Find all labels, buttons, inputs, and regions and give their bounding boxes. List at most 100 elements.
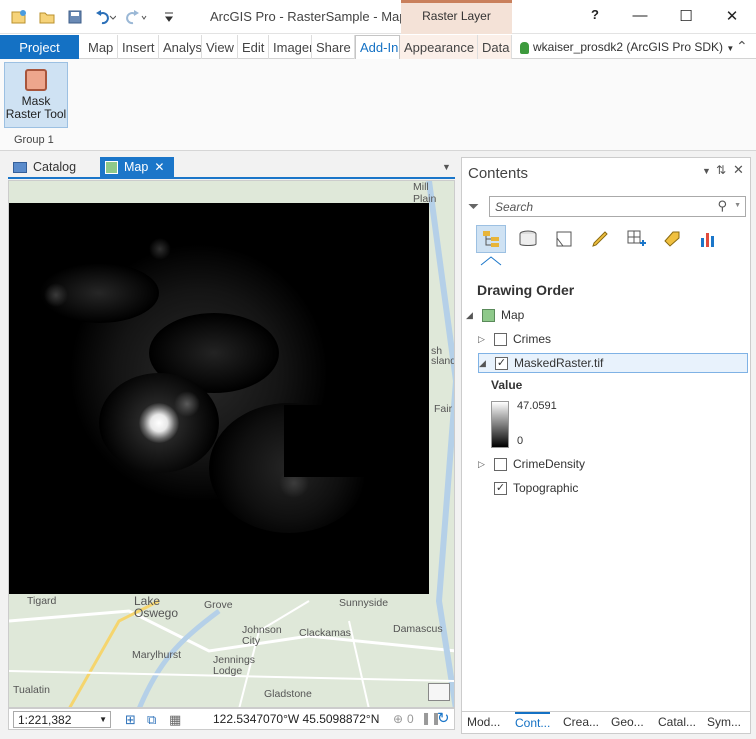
pane-menu-icon[interactable]: ▼ bbox=[702, 166, 711, 176]
filter-icon[interactable]: ⏷ bbox=[468, 198, 479, 215]
tab-edit[interactable]: Edit bbox=[238, 35, 269, 59]
tab-create[interactable]: Crea... bbox=[563, 715, 599, 729]
tab-modify[interactable]: Mod... bbox=[467, 715, 500, 729]
collapse-icon[interactable]: ◢ bbox=[479, 358, 489, 369]
map-label: Tualatin bbox=[13, 684, 50, 696]
bottom-pane-tabs: Mod... Cont... Crea... Geo... Catal... S… bbox=[462, 711, 750, 733]
tab-map[interactable]: Map bbox=[84, 35, 118, 59]
tab-insert[interactable]: Insert bbox=[118, 35, 159, 59]
maximize-button[interactable]: ☐ bbox=[674, 7, 698, 25]
chevron-down-icon[interactable]: ▼ bbox=[734, 202, 741, 209]
map-label: Gladstone bbox=[264, 688, 312, 700]
tab-appearance[interactable]: Appearance bbox=[400, 35, 478, 59]
layer-maskedraster[interactable]: ◢ ✓ MaskedRaster.tif bbox=[478, 353, 748, 373]
list-by-labeling-icon[interactable] bbox=[657, 225, 687, 253]
map-label: Fair bbox=[434, 403, 453, 415]
selection-count-icon[interactable]: ⊕ bbox=[393, 712, 403, 726]
tab-view[interactable]: View bbox=[202, 35, 238, 59]
grid-icon[interactable]: ▦ bbox=[169, 712, 181, 728]
list-by-data-source-icon[interactable] bbox=[513, 225, 543, 253]
list-by-charts-icon[interactable] bbox=[693, 225, 723, 253]
refresh-icon[interactable]: ↻ bbox=[437, 709, 450, 727]
close-icon[interactable]: ✕ bbox=[733, 162, 744, 178]
pin-icon[interactable]: ⇅ bbox=[716, 163, 726, 177]
mask-raster-tool-button[interactable]: Mask Raster Tool bbox=[4, 62, 68, 128]
map-label: Jennings Lodge bbox=[213, 654, 256, 677]
user-account[interactable]: wkaiser_prosdk2 (ArcGIS Pro SDK) ▼ bbox=[520, 40, 734, 54]
window-title: ArcGIS Pro - RasterSample - Map bbox=[210, 9, 407, 24]
map-item[interactable]: ◢ Map bbox=[466, 305, 524, 325]
layer-topographic[interactable]: ✓ Topographic bbox=[478, 478, 578, 498]
pane-menu-icon[interactable]: ▼ bbox=[442, 162, 451, 172]
tab-add-in[interactable]: Add-In bbox=[355, 35, 400, 59]
list-by-snapping-icon[interactable] bbox=[621, 225, 651, 253]
close-window-button[interactable]: ✕ bbox=[720, 7, 744, 25]
redo-icon[interactable] bbox=[122, 8, 148, 26]
tab-analysis[interactable]: Analysis bbox=[159, 35, 202, 59]
tab-catalog[interactable]: Catalog bbox=[8, 157, 94, 177]
new-project-icon[interactable] bbox=[10, 8, 28, 26]
save-project-icon[interactable] bbox=[66, 8, 84, 26]
active-pane-indicator bbox=[8, 177, 455, 179]
visibility-checkbox[interactable]: ✓ bbox=[494, 481, 507, 495]
map-label: Johnson City bbox=[242, 624, 282, 647]
visibility-checkbox[interactable] bbox=[494, 457, 507, 471]
masked-raster-layer bbox=[9, 203, 429, 594]
map-icon bbox=[105, 160, 118, 174]
user-icon bbox=[520, 41, 529, 54]
grid-snap-icon[interactable]: ⊞ bbox=[125, 712, 136, 728]
tab-project[interactable]: Project bbox=[0, 35, 79, 59]
close-icon[interactable]: ✕ bbox=[154, 160, 164, 174]
list-by-drawing-order-icon[interactable] bbox=[476, 225, 506, 253]
map-label: Marylhurst bbox=[132, 649, 182, 661]
user-name: wkaiser_prosdk2 (ArcGIS Pro SDK) bbox=[533, 40, 724, 54]
minimize-button[interactable]: — bbox=[628, 7, 652, 24]
ribbon-group-label: Group 1 bbox=[14, 134, 54, 146]
layer-crimedensity[interactable]: ▷ CrimeDensity bbox=[478, 454, 585, 474]
map-icon bbox=[482, 308, 495, 322]
visibility-checkbox[interactable] bbox=[494, 332, 507, 346]
help-button[interactable]: ? bbox=[583, 7, 607, 22]
contents-search-input[interactable]: Search ⚲ ▼ bbox=[489, 196, 746, 217]
tab-symbology[interactable]: Sym... bbox=[707, 715, 741, 729]
scale-value: 1:221,382 bbox=[18, 713, 72, 727]
expand-icon[interactable]: ▷ bbox=[478, 459, 488, 470]
chevron-down-icon: ▼ bbox=[99, 715, 107, 724]
status-bar: 1:221,382 ▼ ⊞ ⧉ ▦ 122.5347070°W 45.50988… bbox=[8, 708, 455, 730]
layer-label: Crimes bbox=[513, 332, 551, 346]
search-icon[interactable]: ⚲ bbox=[717, 198, 727, 214]
map-label: Clackamas bbox=[299, 627, 351, 639]
mask-raster-icon bbox=[25, 69, 47, 91]
tab-map-pane[interactable]: Map ✕ bbox=[100, 157, 174, 177]
layer-crimes[interactable]: ▷ Crimes bbox=[478, 329, 551, 349]
tab-data[interactable]: Data bbox=[478, 35, 512, 59]
chevron-down-icon: ▼ bbox=[726, 44, 735, 53]
scale-selector[interactable]: 1:221,382 ▼ bbox=[13, 711, 111, 728]
customize-toolbar-icon[interactable] bbox=[160, 8, 178, 26]
tab-catalog-label: Catalog bbox=[33, 160, 77, 174]
open-project-icon[interactable] bbox=[38, 8, 56, 26]
map-notes-icon[interactable] bbox=[428, 683, 450, 701]
tab-contents[interactable]: Cont... bbox=[515, 712, 551, 730]
list-by-selection-icon[interactable] bbox=[549, 225, 579, 253]
catalog-icon bbox=[13, 161, 27, 173]
active-view-indicator bbox=[480, 256, 502, 266]
collapse-icon[interactable]: ◢ bbox=[466, 310, 476, 321]
tab-share[interactable]: Share bbox=[312, 35, 355, 59]
expand-icon[interactable]: ▷ bbox=[478, 334, 488, 345]
collapse-ribbon-icon[interactable]: ⌃ bbox=[736, 38, 748, 55]
contents-title: Contents bbox=[468, 165, 529, 182]
tool-label-line2: Raster Tool bbox=[5, 107, 67, 121]
visibility-checkbox[interactable]: ✓ bbox=[495, 356, 508, 370]
legend-min: 0 bbox=[517, 435, 524, 447]
tab-catalog-bottom[interactable]: Catal... bbox=[658, 715, 696, 729]
tab-geoprocessing[interactable]: Geo... bbox=[611, 715, 644, 729]
map-view[interactable]: Mill Plain sh sland Fair Tigard Lake Osw… bbox=[8, 180, 455, 708]
tab-imagery[interactable]: Imagery bbox=[269, 35, 312, 59]
list-by-editing-icon[interactable] bbox=[585, 225, 615, 253]
legend-heading: Value bbox=[491, 378, 523, 392]
tab-map-label: Map bbox=[124, 160, 149, 174]
snapping-icon[interactable]: ⧉ bbox=[147, 712, 156, 728]
mask-area bbox=[284, 405, 366, 477]
undo-icon[interactable] bbox=[93, 8, 117, 26]
